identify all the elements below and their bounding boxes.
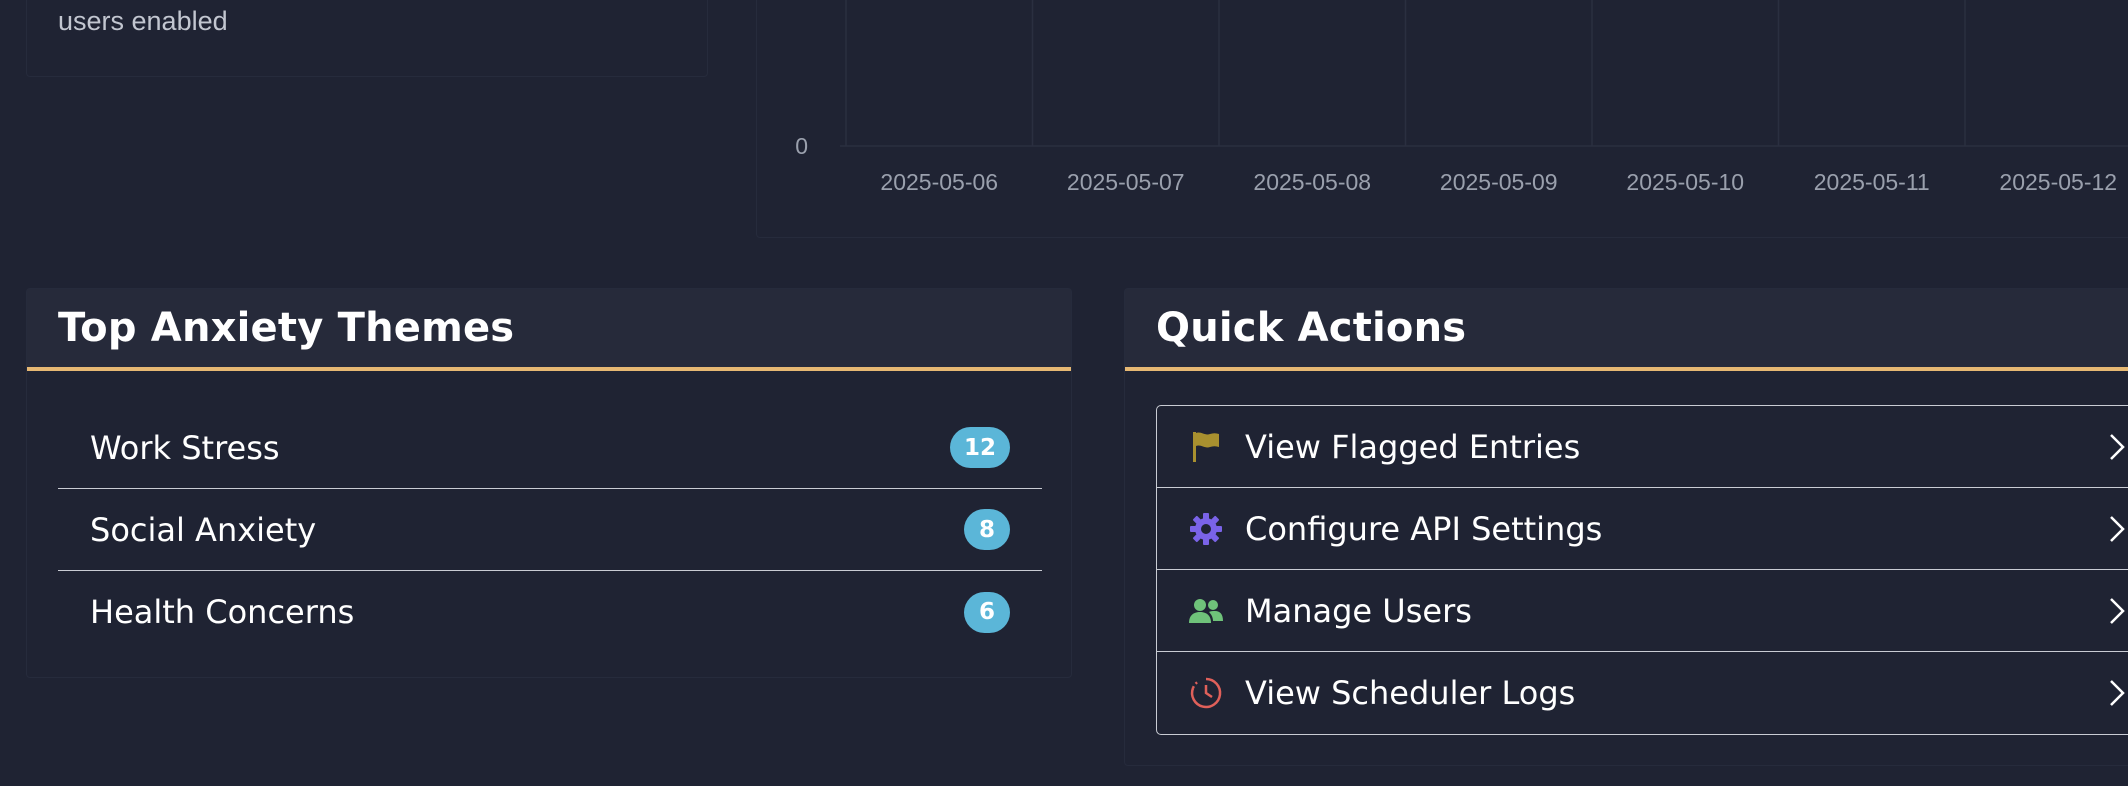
count-badge: 12 xyxy=(949,427,1010,468)
x-tick-label: 2025-05-10 xyxy=(1626,169,1744,195)
y-tick-label: 0 xyxy=(795,133,808,159)
x-tick-label: 2025-05-12 xyxy=(1999,169,2117,195)
chevron-right-icon xyxy=(2110,680,2125,706)
configure-api-settings-button[interactable]: Configure API Settings xyxy=(1157,488,2128,570)
panel-title: Top Anxiety Themes xyxy=(58,305,515,351)
x-tick-label: 2025-05-11 xyxy=(1814,169,1930,195)
chart-x-ticks: 2025-05-06 2025-05-07 2025-05-08 2025-05-09… xyxy=(880,169,2117,195)
stat-caption: users enabled xyxy=(58,6,228,36)
chevron-right-icon xyxy=(2110,516,2125,542)
manage-users-button[interactable]: Manage Users xyxy=(1157,570,2128,652)
action-label: Manage Users xyxy=(1245,591,1472,630)
view-scheduler-logs-button[interactable]: View Scheduler Logs xyxy=(1157,652,2128,734)
panel-header: Quick Actions xyxy=(1125,289,2128,371)
quick-actions-panel: Quick Actions View Flagged Entries Confi… xyxy=(1124,288,2128,766)
clock-icon xyxy=(1189,676,1223,710)
action-label: View Scheduler Logs xyxy=(1245,674,1576,712)
panel-title: Quick Actions xyxy=(1156,305,1467,351)
theme-label: Work Stress xyxy=(90,428,280,467)
actions-list: View Flagged Entries Configure API Setti… xyxy=(1156,405,2128,735)
view-flagged-entries-button[interactable]: View Flagged Entries xyxy=(1157,406,2128,488)
x-tick-label: 2025-05-06 xyxy=(880,169,998,195)
theme-label: Social Anxiety xyxy=(90,510,317,549)
count-badge: 6 xyxy=(964,591,1010,633)
panel-header: Top Anxiety Themes xyxy=(27,289,1071,371)
theme-label: Health Concerns xyxy=(90,593,355,631)
flag-icon xyxy=(1189,430,1223,464)
chart-y-ticks: 0 xyxy=(795,133,808,159)
chart-grid xyxy=(840,0,2128,147)
x-tick-label: 2025-05-09 xyxy=(1440,169,1558,195)
x-tick-label: 2025-05-07 xyxy=(1067,169,1185,195)
activity-chart: 0 2025-05-06 2025-05-07 2025-05-08 2025-05-… xyxy=(795,0,2128,195)
theme-item-health-concerns: Health Concerns 6 xyxy=(58,571,1042,653)
action-label: View Flagged Entries xyxy=(1245,427,1581,466)
theme-list: Work Stress 12 Social Anxiety 8 Health C… xyxy=(58,407,1042,653)
x-tick-label: 2025-05-08 xyxy=(1253,169,1371,195)
top-anxiety-themes-panel: Top Anxiety Themes Work Stress 12 Social… xyxy=(26,288,1072,678)
theme-item-work-stress: Work Stress 12 xyxy=(58,407,1042,489)
users-icon xyxy=(1189,594,1223,628)
chevron-right-icon xyxy=(2110,434,2125,460)
count-badge: 8 xyxy=(964,509,1010,550)
gear-icon xyxy=(1189,512,1223,546)
action-label: Configure API Settings xyxy=(1245,509,1603,548)
theme-item-social-anxiety: Social Anxiety 8 xyxy=(58,489,1042,571)
chevron-right-icon xyxy=(2110,598,2125,624)
